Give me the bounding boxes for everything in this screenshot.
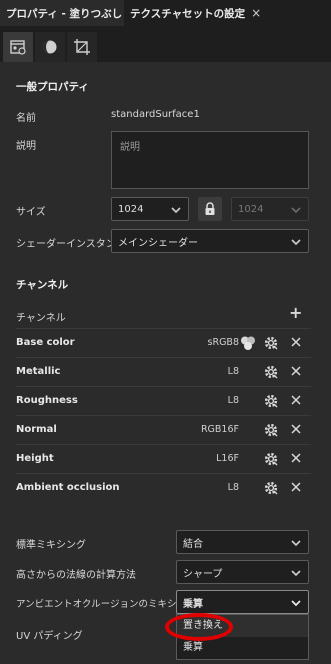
channel-format[interactable]: L8 — [228, 366, 239, 377]
close-icon[interactable] — [289, 393, 303, 407]
chevron-down-icon — [291, 207, 301, 214]
material-sphere-icon — [43, 40, 57, 54]
size-lock-button[interactable] — [198, 197, 222, 221]
description-placeholder: 説明 — [120, 142, 140, 153]
shader-instance-label: シェーダーインスタンス — [16, 239, 126, 250]
close-icon[interactable] — [289, 335, 303, 349]
channel-format[interactable]: RGB16F — [201, 424, 239, 435]
close-icon[interactable] — [289, 480, 303, 494]
blend-mixing-dropdown[interactable]: 結合 — [176, 530, 309, 554]
material-button[interactable] — [35, 32, 65, 62]
uv-crop-button[interactable] — [67, 32, 97, 62]
size-dropdown[interactable]: 1024 — [111, 197, 189, 221]
chevron-down-icon — [171, 207, 181, 214]
tab-texture-set-settings-label: テクスチャセットの設定 — [130, 7, 246, 20]
shader-instance-value: メインシェーダー — [118, 237, 198, 249]
close-icon[interactable] — [289, 422, 303, 436]
close-icon[interactable] — [289, 451, 303, 465]
ao-mixing-label: アンビエントオクルージョンのミキシング — [16, 599, 196, 610]
chevron-down-icon — [291, 540, 301, 547]
blend-mixing-label: 標準ミキシング — [16, 540, 86, 551]
channels-title: チャンネル — [16, 279, 69, 291]
description-field[interactable]: 説明 — [111, 131, 309, 189]
name-value: standardSurface1 — [111, 109, 200, 120]
ao-mixing-value: 乗算 — [183, 598, 203, 610]
normal-from-height-label: 高さからの法線の計算方法 — [16, 570, 136, 581]
channel-name: Normal — [16, 424, 57, 435]
tab-properties-fill-label: プロパティ - 塗りつぶし — [6, 7, 123, 20]
add-channel-button[interactable]: + — [289, 303, 302, 322]
blend-mixing-value: 結合 — [183, 538, 203, 550]
tab-properties-fill[interactable]: プロパティ - 塗りつぶし — [0, 0, 124, 26]
close-icon[interactable]: × — [251, 6, 261, 20]
name-label: 名前 — [16, 113, 36, 124]
channel-label: チャンネル — [16, 313, 66, 324]
channel-row[interactable]: Height L16F — [16, 444, 311, 472]
annotation-circle — [165, 613, 233, 641]
gear-icon[interactable] — [263, 422, 279, 438]
general-properties-title: 一般プロパティ — [16, 81, 89, 93]
tab-bar: プロパティ - 塗りつぶし テクスチャセットの設定 × — [0, 0, 331, 26]
chevron-down-icon — [291, 570, 301, 577]
channel-name: Base color — [16, 337, 75, 348]
channel-row[interactable]: Ambient occlusion L8 — [16, 473, 311, 501]
gear-icon[interactable] — [263, 335, 279, 351]
crop-uv-icon — [74, 39, 90, 55]
lock-icon — [205, 202, 215, 215]
normal-from-height-value: シャープ — [183, 568, 223, 580]
chevron-down-icon — [291, 600, 301, 607]
channel-format[interactable]: L8 — [228, 482, 239, 493]
channel-format[interactable]: sRGB8 — [208, 337, 239, 348]
tab-texture-set-settings[interactable]: テクスチャセットの設定 × — [124, 0, 267, 26]
channel-name: Metallic — [16, 366, 61, 377]
channel-format[interactable]: L16F — [216, 453, 239, 464]
ao-mixing-dropdown[interactable]: 乗算 — [176, 590, 309, 614]
channel-row[interactable]: Base color sRGB8 — [16, 328, 311, 356]
uv-padding-label: UV パディング — [16, 631, 83, 642]
texture-set-settings-button[interactable] — [3, 32, 33, 62]
channel-row[interactable]: Roughness L8 — [16, 386, 311, 414]
size-value: 1024 — [118, 203, 144, 215]
channel-mix-icon[interactable] — [239, 334, 257, 352]
gear-icon[interactable] — [263, 451, 279, 467]
channel-name: Ambient occlusion — [16, 482, 120, 493]
normal-from-height-dropdown[interactable]: シャープ — [176, 560, 309, 584]
channel-row[interactable]: Normal RGB16F — [16, 415, 311, 443]
channel-format[interactable]: L8 — [228, 395, 239, 406]
channel-row[interactable]: Metallic L8 — [16, 357, 311, 385]
chevron-down-icon — [291, 239, 301, 246]
size-label: サイズ — [16, 207, 46, 218]
gear-icon[interactable] — [263, 480, 279, 496]
size-height-value: 1024 — [238, 203, 264, 215]
shader-instance-dropdown[interactable]: メインシェーダー — [111, 229, 309, 253]
gear-icon[interactable] — [263, 364, 279, 380]
gear-icon[interactable] — [263, 393, 279, 409]
close-icon[interactable] — [289, 364, 303, 378]
size-height-dropdown: 1024 — [231, 197, 309, 221]
texture-set-settings-icon — [10, 40, 26, 55]
description-label: 説明 — [16, 141, 36, 152]
channel-name: Height — [16, 453, 54, 464]
channel-name: Roughness — [16, 395, 78, 406]
properties-toolbar — [0, 26, 331, 62]
